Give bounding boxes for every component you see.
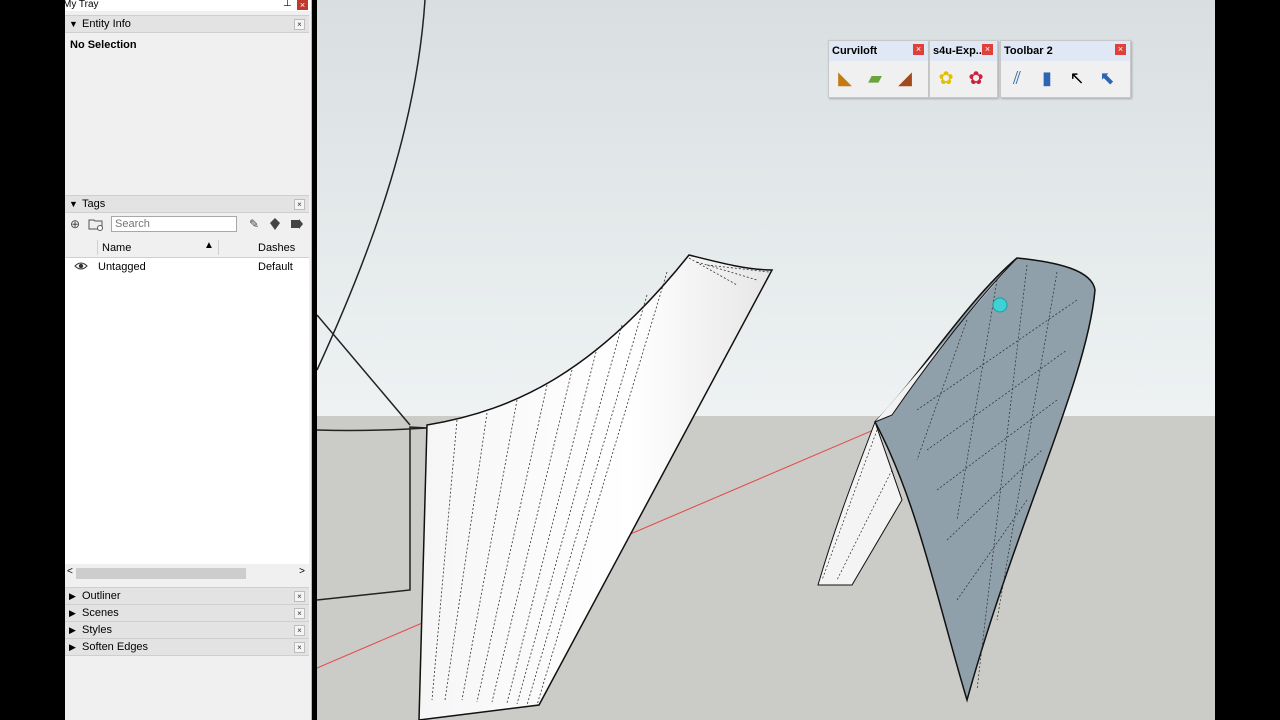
expand-triangle-icon[interactable]: ▶ [69, 606, 76, 620]
column-divider [218, 240, 219, 255]
close-icon[interactable]: × [913, 44, 924, 55]
name-column-header[interactable]: Name [102, 242, 131, 254]
my-tray: My Tray ⊥ × ▼ Entity Info × No Selection… [63, 0, 312, 720]
tags-toolbar: ⊕ ✎ [65, 213, 309, 235]
skin-contours-icon[interactable]: ▰ [862, 65, 888, 91]
tray-close-button[interactable]: × [297, 0, 308, 10]
outliner-header[interactable]: ▶ Outliner × [65, 587, 309, 605]
add-tag-icon[interactable]: ⊕ [68, 217, 82, 231]
scroll-left-icon[interactable]: < [67, 566, 73, 577]
s4u-explode-toolbar: s4u-Exp... × ✿ ✿ [929, 40, 998, 98]
horizontal-scrollbar[interactable]: < > [65, 565, 309, 581]
toolbar-titlebar[interactable]: Toolbar 2 × [1001, 41, 1130, 61]
outliner-title: Outliner [82, 590, 121, 602]
toolbar-2: Toolbar 2 × ⫽ ▮ ↖ ⬉ [1000, 40, 1131, 98]
toolbar-title: Toolbar 2 [1004, 45, 1053, 57]
select-cursor-icon[interactable]: ↖ [1064, 65, 1090, 91]
collapse-triangle-icon[interactable]: ▼ [69, 17, 78, 31]
scroll-thumb[interactable] [76, 568, 246, 579]
pin-icon[interactable]: ⊥ [283, 0, 292, 9]
tag-name: Untagged [98, 261, 146, 273]
toolbar-titlebar[interactable]: Curviloft × [829, 41, 928, 61]
curviloft-toolbar: Curviloft × ◣ ▰ ◢ [828, 40, 929, 98]
details-arrow-icon[interactable] [290, 217, 304, 231]
table-row[interactable]: Untagged Default [65, 258, 309, 276]
close-icon[interactable]: × [294, 642, 305, 653]
close-icon[interactable]: × [294, 591, 305, 602]
toolbar-title: Curviloft [832, 45, 878, 57]
explode-yellow-flower-icon[interactable]: ✿ [933, 65, 959, 91]
entity-info-header[interactable]: ▼ Entity Info × [65, 15, 309, 33]
tag-color-icon[interactable] [268, 217, 282, 231]
toolbar-titlebar[interactable]: s4u-Exp... × [930, 41, 997, 61]
tray-title: My Tray [63, 0, 99, 10]
loft-along-path-icon[interactable]: ◢ [892, 65, 918, 91]
soften-edges-header[interactable]: ▶ Soften Edges × [65, 638, 309, 656]
scenes-title: Scenes [82, 607, 119, 619]
fold-panel-icon[interactable]: ▮ [1034, 65, 1060, 91]
dashes-column-header[interactable]: Dashes [258, 242, 295, 254]
tags-search-input[interactable] [111, 216, 237, 232]
explode-red-flower-icon[interactable]: ✿ [963, 65, 989, 91]
tags-column-header: Name ▲ Dashes [65, 238, 309, 258]
tray-title-bar: My Tray ⊥ × [63, 0, 311, 11]
close-icon[interactable]: × [294, 19, 305, 30]
loft-by-spline-icon[interactable]: ◣ [832, 65, 858, 91]
tags-title: Tags [82, 198, 106, 210]
sort-ascending-icon[interactable]: ▲ [204, 240, 214, 251]
entity-info-body: No Selection [65, 33, 309, 196]
right-letterbox [1215, 0, 1280, 720]
expand-triangle-icon[interactable]: ▶ [69, 589, 76, 603]
scroll-right-icon[interactable]: > [299, 566, 305, 577]
expand-triangle-icon[interactable]: ▶ [69, 623, 76, 637]
selection-status: No Selection [70, 39, 137, 51]
close-icon[interactable]: × [294, 199, 305, 210]
entity-info-title: Entity Info [82, 18, 131, 30]
select-box-cursor-icon[interactable]: ⬉ [1094, 65, 1120, 91]
soften-edges-title: Soften Edges [82, 641, 149, 653]
expand-triangle-icon[interactable]: ▶ [69, 640, 76, 654]
styles-header[interactable]: ▶ Styles × [65, 621, 309, 639]
tags-list [65, 258, 309, 564]
close-icon[interactable]: × [294, 625, 305, 636]
pencil-icon[interactable]: ✎ [247, 217, 261, 231]
eye-icon[interactable] [74, 260, 88, 274]
add-folder-icon[interactable] [88, 217, 103, 231]
model-viewport[interactable]: Curviloft × ◣ ▰ ◢ s4u-Exp... × ✿ ✿ Toolbar … [317, 0, 1215, 720]
tags-header[interactable]: ▼ Tags × [65, 195, 309, 213]
styles-title: Styles [82, 624, 112, 636]
collapse-triangle-icon[interactable]: ▼ [69, 197, 78, 211]
close-icon[interactable]: × [1115, 44, 1126, 55]
scenes-header[interactable]: ▶ Scenes × [65, 604, 309, 622]
cursor-marker [992, 297, 1008, 313]
close-icon[interactable]: × [294, 608, 305, 619]
close-icon[interactable]: × [982, 44, 993, 55]
parallel-lines-icon[interactable]: ⫽ [1004, 65, 1030, 91]
toolbar-title: s4u-Exp... [933, 45, 985, 57]
left-letterbox [0, 0, 65, 720]
scene-canvas[interactable] [317, 0, 1215, 720]
tag-dashes[interactable]: Default [258, 261, 293, 273]
column-divider [97, 240, 98, 255]
